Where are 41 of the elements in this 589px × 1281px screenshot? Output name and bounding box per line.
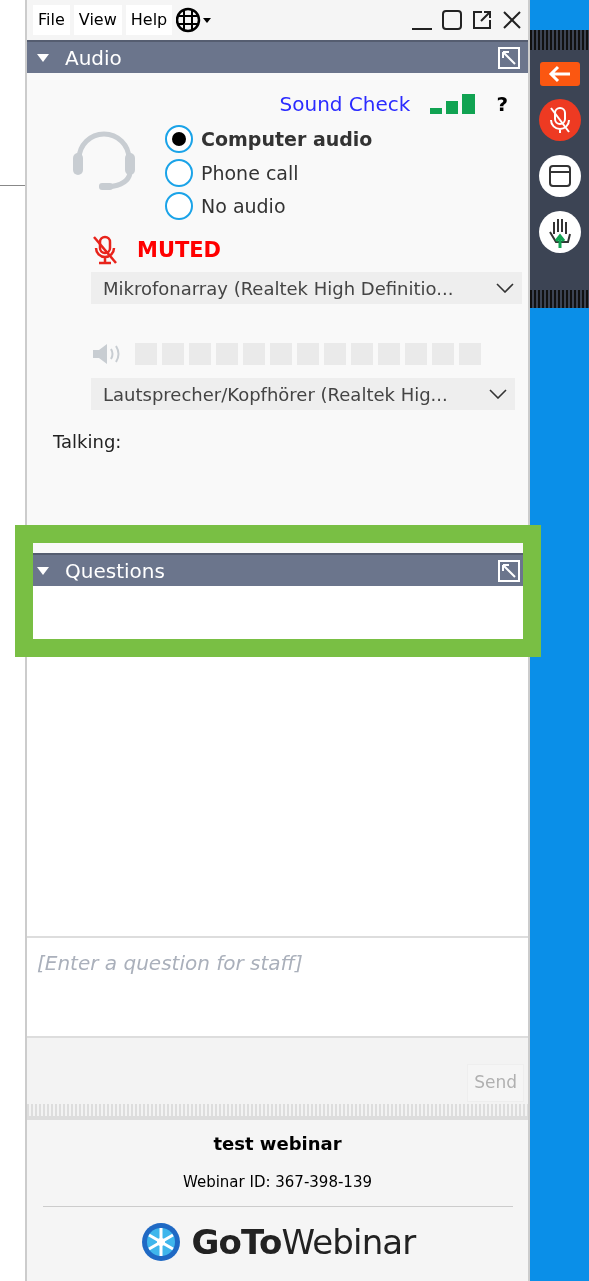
logo-icon bbox=[139, 1220, 182, 1264]
window-icon[interactable] bbox=[537, 154, 582, 198]
arrow-left-icon[interactable] bbox=[539, 62, 580, 86]
speaker-dropdown[interactable]: Lautsprecher/Kopfhörer (Realtek Hig... bbox=[91, 378, 515, 410]
mute-status: MUTED bbox=[137, 236, 222, 264]
signal-bars-icon bbox=[430, 94, 477, 114]
webinar-id: Webinar ID: 367-398-139 bbox=[183, 1172, 372, 1193]
radio-label: Phone call bbox=[201, 160, 299, 186]
undock-icon[interactable] bbox=[498, 559, 520, 582]
microphone-dropdown[interactable]: Mikrofonarray (Realtek High Definitio... bbox=[91, 272, 522, 304]
sound-check-link[interactable]: Sound Check bbox=[279, 89, 411, 119]
menu-item[interactable]: Help bbox=[125, 5, 173, 35]
radio-label: No audio bbox=[201, 194, 286, 219]
resize-grip[interactable] bbox=[27, 1104, 528, 1120]
toolbar-grip[interactable] bbox=[530, 30, 589, 50]
globe-icon[interactable] bbox=[176, 7, 213, 33]
help-icon[interactable]: ? bbox=[496, 89, 508, 119]
caret-icon bbox=[37, 566, 49, 575]
panel-header[interactable]: Audio bbox=[27, 40, 528, 73]
maximize-icon[interactable] bbox=[442, 10, 462, 30]
chevron-down-icon bbox=[489, 389, 507, 399]
close-icon[interactable] bbox=[502, 10, 522, 30]
radio-button[interactable] bbox=[165, 192, 193, 221]
caret-icon bbox=[37, 53, 49, 62]
raised-hand-icon[interactable] bbox=[537, 210, 582, 254]
menu-item[interactable]: File bbox=[33, 5, 70, 35]
toolbar-grip[interactable] bbox=[530, 290, 589, 308]
popout-icon[interactable] bbox=[472, 10, 492, 30]
menu-item[interactable]: View bbox=[73, 5, 122, 35]
radio-label: Computer audio bbox=[201, 127, 373, 152]
webinar-title: test webinar bbox=[213, 1132, 342, 1156]
chevron-down-icon bbox=[496, 283, 514, 293]
mic-off-icon[interactable] bbox=[537, 98, 582, 142]
product-logo: GoToWebinar bbox=[191, 1220, 416, 1264]
talking-label: Talking: bbox=[53, 430, 123, 454]
radio-button[interactable] bbox=[165, 158, 193, 187]
undock-icon[interactable] bbox=[498, 46, 520, 69]
panel-title: Questions bbox=[65, 557, 165, 585]
radio-button[interactable] bbox=[165, 125, 193, 154]
mic-off-icon[interactable] bbox=[91, 235, 119, 266]
panel-title: Audio bbox=[65, 44, 122, 72]
